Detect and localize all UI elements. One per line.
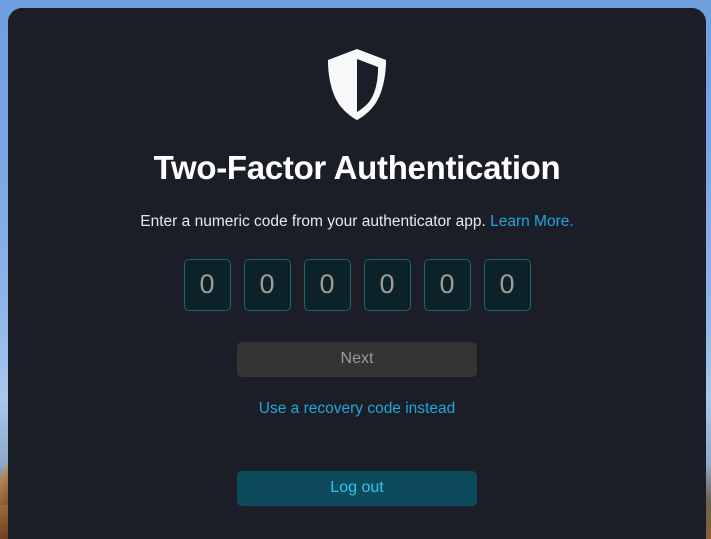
recovery-code-link[interactable]: Use a recovery code instead bbox=[259, 400, 455, 418]
shield-icon bbox=[320, 44, 394, 126]
code-digit-input-6[interactable] bbox=[483, 258, 531, 311]
page-title: Two-Factor Authentication bbox=[153, 149, 561, 186]
code-digit-input-2[interactable] bbox=[243, 258, 291, 311]
subtitle-text: Enter a numeric code from your authentic… bbox=[140, 213, 486, 231]
code-digit-input-3[interactable] bbox=[303, 258, 351, 311]
auth-card: Two-Factor Authentication Enter a numeri… bbox=[8, 8, 706, 539]
code-digit-input-4[interactable] bbox=[363, 258, 411, 311]
learn-more-link[interactable]: Learn More. bbox=[490, 213, 574, 230]
code-digit-input-5[interactable] bbox=[423, 258, 471, 311]
code-input-group bbox=[183, 258, 531, 311]
code-digit-input-1[interactable] bbox=[183, 258, 231, 311]
next-button[interactable]: Next bbox=[237, 341, 477, 377]
logout-button[interactable]: Log out bbox=[237, 470, 477, 506]
subtitle: Enter a numeric code from your authentic… bbox=[140, 211, 573, 233]
